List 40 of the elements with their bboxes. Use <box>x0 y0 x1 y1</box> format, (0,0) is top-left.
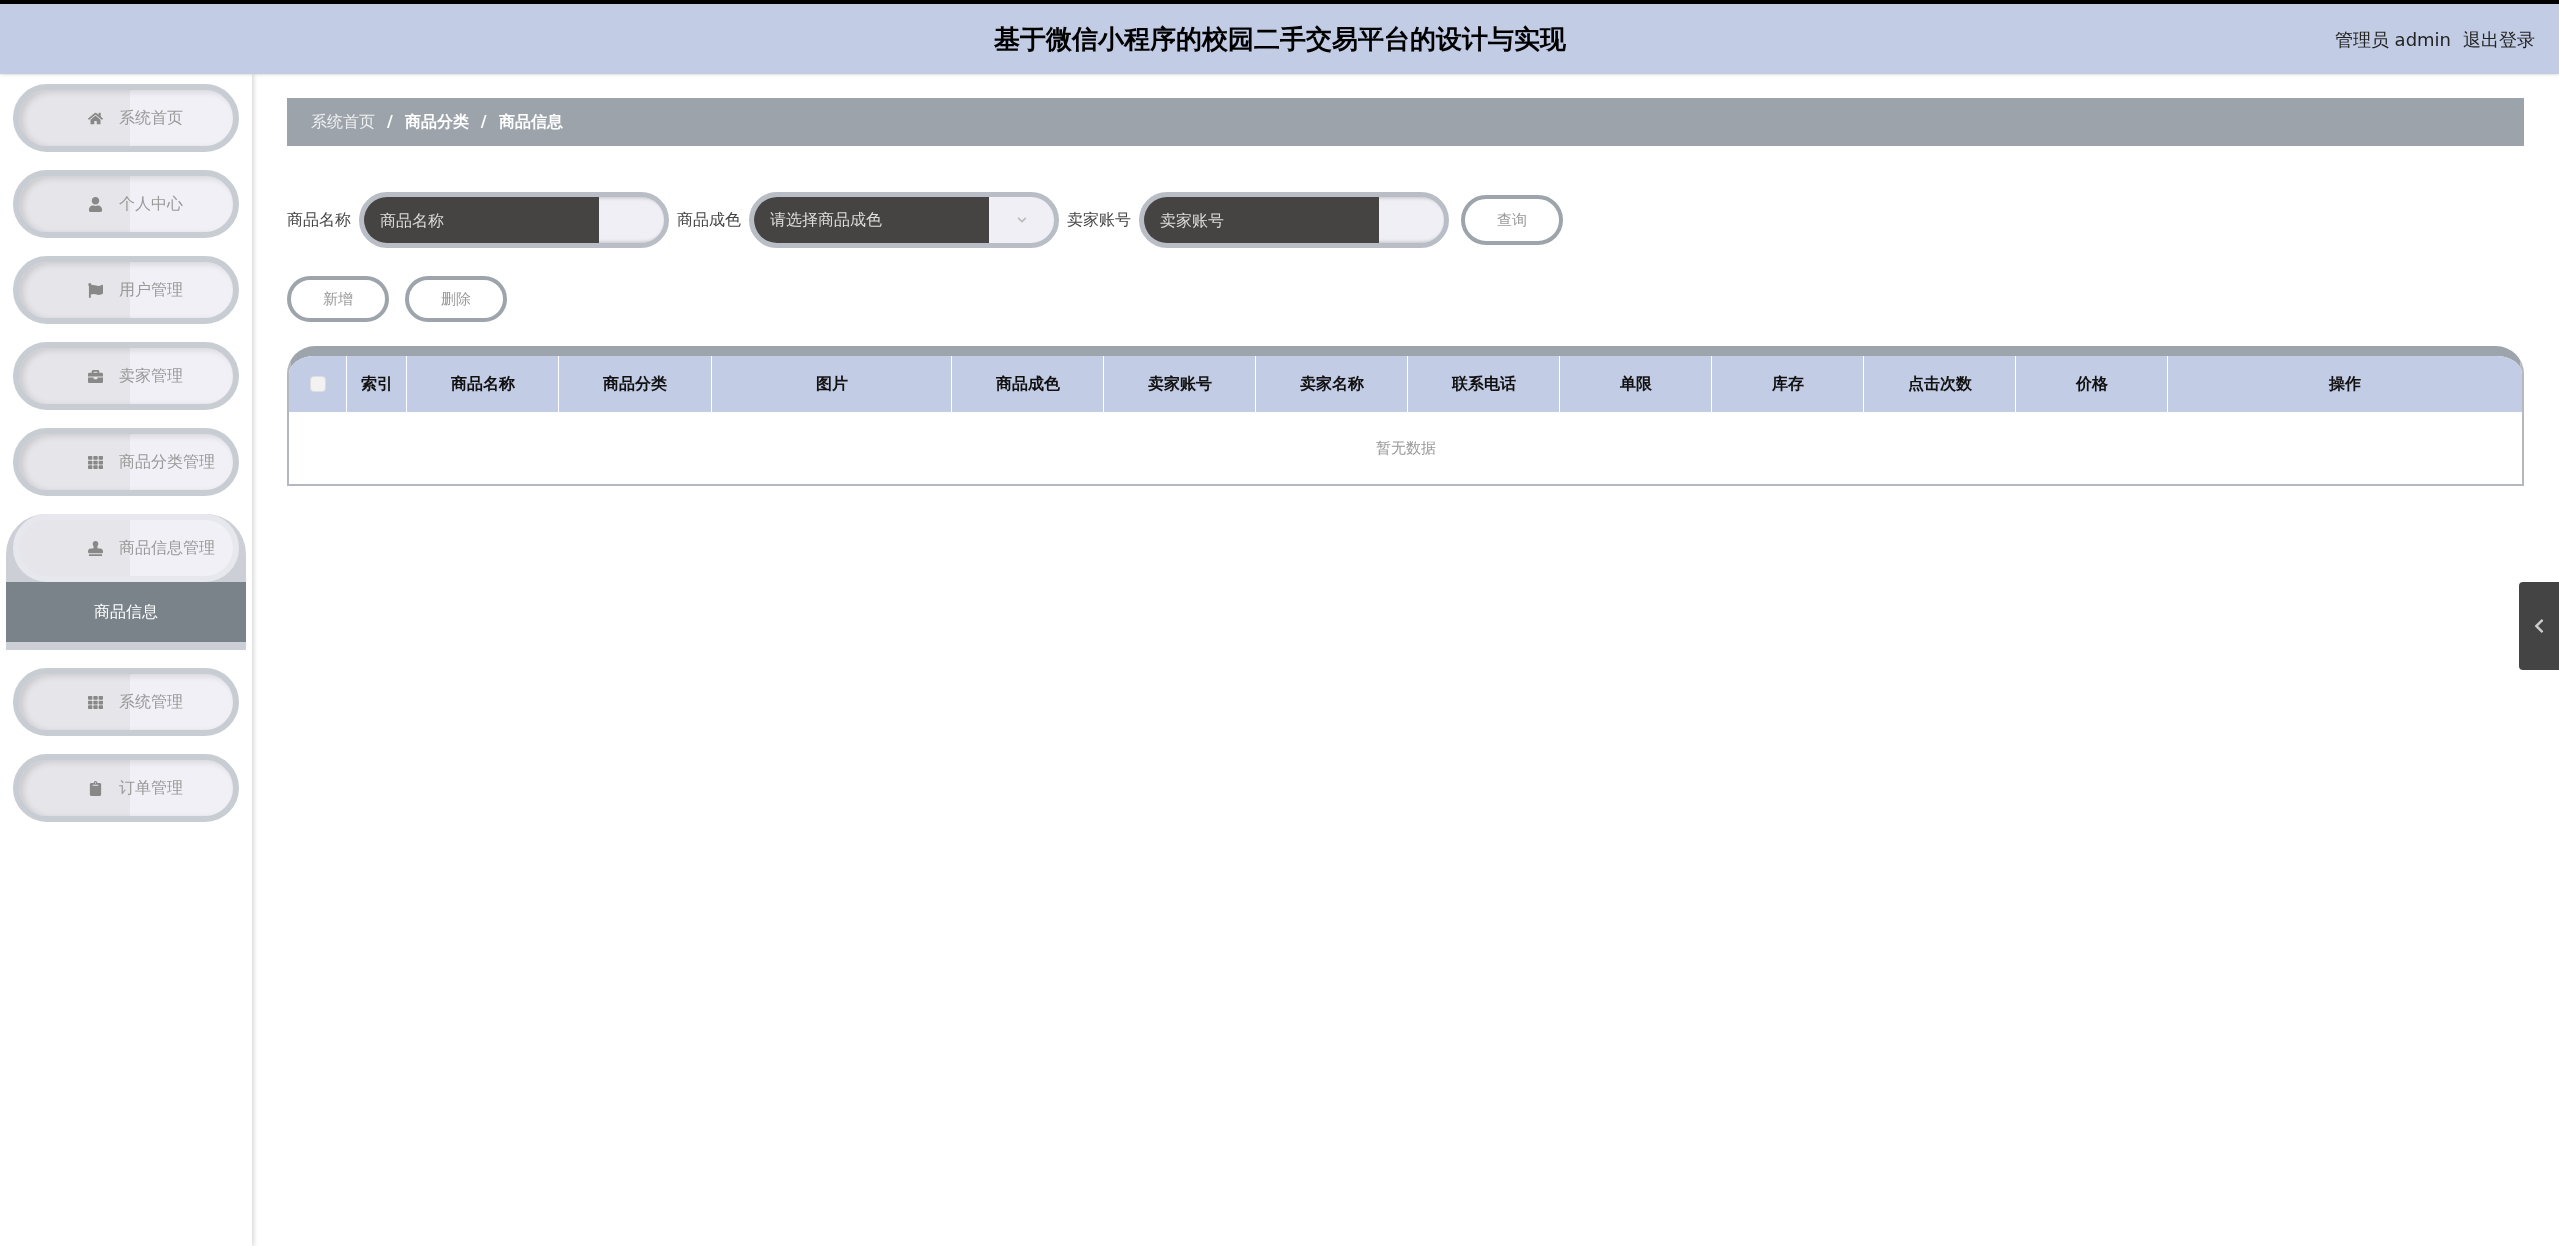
chevron-left-icon <box>2533 618 2545 634</box>
breadcrumb-link[interactable]: 系统首页 <box>311 110 375 134</box>
menu-item[interactable]: 商品信息管理 <box>13 514 239 582</box>
filter-label: 卖家账号 <box>1067 209 1131 231</box>
menu-item[interactable]: 用户管理 <box>13 256 239 324</box>
app-title: 基于微信小程序的校园二手交易平台的设计与实现 <box>993 22 1566 56</box>
column-header: 操作 <box>2327 373 2362 395</box>
briefcase-icon <box>88 368 103 384</box>
stamp-icon <box>88 540 103 556</box>
breadcrumb-separator: / <box>387 111 393 133</box>
select-all-checkbox[interactable] <box>309 376 326 392</box>
filter-label: 商品成色 <box>677 209 741 231</box>
add-button[interactable]: 新增 <box>287 276 389 322</box>
menu-item[interactable]: 个人中心 <box>13 170 239 238</box>
menu-item[interactable]: 系统首页 <box>13 84 239 152</box>
search-button[interactable]: 查询 <box>1461 195 1563 245</box>
chevron-down-icon <box>1017 215 1027 225</box>
logout-link[interactable]: 退出登录 <box>2463 25 2535 53</box>
breadcrumb-separator: / <box>480 111 487 133</box>
select-field[interactable]: 请选择商品成色 <box>749 192 1059 248</box>
delete-button[interactable]: 删除 <box>405 276 507 322</box>
search-field[interactable]: 卖家账号 <box>1139 192 1449 248</box>
menu-item[interactable]: 卖家管理 <box>13 342 239 410</box>
breadcrumb-link[interactable]: 商品信息 <box>498 110 563 134</box>
menu-item[interactable]: 商品分类管理 <box>13 428 239 496</box>
search-field[interactable]: 商品名称 <box>359 192 669 248</box>
submenu-item[interactable]: 商品信息 <box>6 582 246 642</box>
grid-icon <box>88 454 103 470</box>
flag-icon <box>88 282 103 298</box>
user-icon <box>88 196 103 212</box>
clipboard-icon <box>88 780 103 796</box>
breadcrumb-link[interactable]: 商品分类 <box>404 110 469 134</box>
filter-label: 商品名称 <box>287 209 351 231</box>
menu-item[interactable]: 订单管理 <box>13 754 239 822</box>
menu-item[interactable]: 系统管理 <box>13 668 239 736</box>
empty-message: 暂无数据 <box>1375 437 1436 459</box>
grid-icon <box>88 694 103 710</box>
user-label: 管理员 admin <box>2334 27 2451 52</box>
collapse-handle[interactable] <box>2519 582 2559 670</box>
home-icon <box>88 110 103 126</box>
